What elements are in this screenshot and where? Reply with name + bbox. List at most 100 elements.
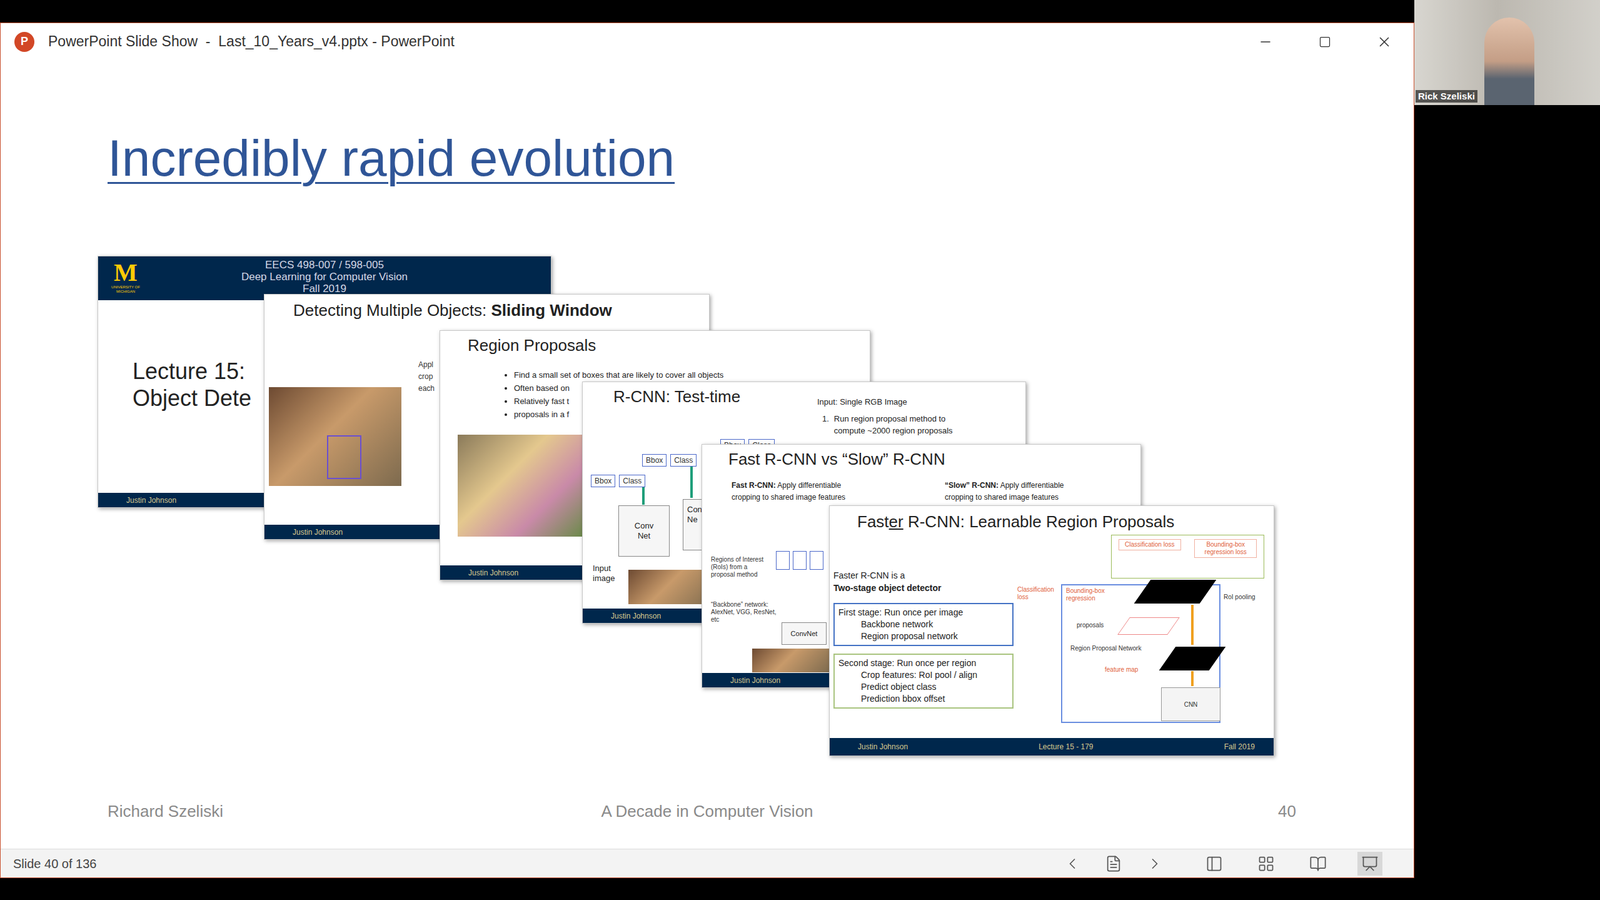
slide: MUNIVERSITY OF MICHIGANEECS 498-007 / 59…	[0, 60, 1414, 849]
card-title: Region Proposals	[440, 330, 870, 356]
stage-box: First stage: Run once per imageBackbone …	[833, 602, 1014, 646]
notes-button[interactable]	[1101, 851, 1127, 876]
maximize-button[interactable]	[1294, 23, 1355, 61]
output-box	[809, 550, 824, 570]
minimize-button[interactable]	[1235, 23, 1295, 61]
loss-container: Classification loss Bounding-box regressi…	[1111, 534, 1265, 579]
chevron-right-icon	[1146, 854, 1164, 873]
header-line: Deep Learning for Computer Vision	[241, 270, 408, 283]
slide-sorter-icon	[1257, 854, 1275, 873]
powerpoint-icon: P	[14, 31, 35, 52]
step: 1.Run region proposal method tocompute ~…	[817, 412, 953, 437]
arrow	[1191, 670, 1194, 686]
feature-layer	[1134, 579, 1217, 604]
participant-name: Rick Szeliski	[1415, 90, 1478, 103]
loss-label: Classification loss	[1118, 538, 1182, 551]
notes-icon	[1104, 854, 1123, 873]
card-title: R-CNN: Test-time	[582, 382, 1026, 407]
michigan-logo: MUNIVERSITY OF MICHIGAN	[108, 260, 144, 294]
method-text: “Slow” R-CNN: Apply differentiablecroppi…	[944, 479, 1065, 504]
minimize-icon	[1257, 34, 1273, 50]
output-box	[775, 550, 790, 570]
loss-label: Classification loss	[1017, 585, 1059, 601]
footer-text: Justin Johnson	[730, 674, 781, 686]
loss-label: Bounding-box regression loss	[1194, 538, 1257, 558]
screen: P PowerPoint Slide Show - Last_10_Years_v…	[0, 0, 1600, 900]
card-slide: Faster R-CNN: Learnable Region Proposals…	[829, 505, 1274, 738]
feature-layer	[1159, 646, 1227, 671]
side-text: crop	[418, 370, 435, 383]
proposals-layer	[1117, 617, 1180, 635]
next-button[interactable]	[1142, 851, 1168, 876]
slide-title: Incredibly rapid evolution	[107, 129, 675, 187]
slide-thumbnail: Faster R-CNN: Learnable Region Proposals…	[829, 505, 1275, 756]
header-line: Fall 2019	[302, 282, 347, 295]
view-button[interactable]	[1357, 851, 1383, 876]
title-bar: P PowerPoint Slide Show - Last_10_Years_v…	[0, 23, 1414, 61]
slide-indicator: Slide 40 of 136	[0, 854, 97, 873]
rpn-label: Region Proposal Network	[1070, 644, 1142, 653]
output-row: BboxClass	[590, 474, 646, 488]
view-button[interactable]	[1253, 851, 1279, 876]
rois-label: Regions of Interest (RoIs) from a propos…	[710, 555, 771, 579]
window-title: PowerPoint Slide Show - Last_10_Years_v4…	[48, 30, 455, 53]
output-box: Bbox	[642, 453, 667, 467]
photo	[268, 387, 402, 486]
side-text: each	[418, 382, 435, 395]
method-text: Fast R-CNN: Apply differentiablecropping…	[731, 479, 846, 504]
close-button[interactable]	[1354, 23, 1414, 61]
stage-box: Second stage: Run once per regionCrop fe…	[833, 653, 1014, 709]
person	[1484, 17, 1535, 106]
loss-label: Bounding-box regression	[1066, 587, 1120, 603]
chevron-left-icon	[1063, 854, 1082, 873]
footer-text: Justin Johnson	[292, 526, 343, 538]
slide-number: 40	[942, 799, 1414, 824]
output-box	[792, 550, 807, 570]
card-title: Faster R-CNN: Learnable Region Proposals	[829, 505, 1274, 532]
footer-author: Richard Szeliski	[0, 799, 472, 824]
previous-button[interactable]	[1059, 851, 1085, 876]
photo	[457, 434, 583, 537]
intro-text: Two-stage object detector	[833, 581, 1014, 594]
slide-show-icon	[1361, 854, 1379, 873]
powerpoint-window: P PowerPoint Slide Show - Last_10_Years_v…	[0, 22, 1415, 878]
output-box: Class	[618, 474, 646, 488]
status-bar: Slide 40 of 136	[0, 848, 1414, 878]
view-button[interactable]	[1305, 851, 1331, 876]
footer-text: Justin Johnson	[468, 567, 519, 579]
feature-map-label: feature map	[1104, 665, 1138, 674]
footer-title: A Decade in Computer Vision	[471, 799, 943, 824]
output-box: Class	[670, 453, 697, 467]
footer-text: Justin Johnson	[610, 610, 661, 622]
normal-view-icon	[1205, 854, 1223, 873]
slide-footer: Justin Johnson Lecture 15 - 179 Fall 2019	[829, 737, 1274, 756]
photo	[752, 648, 830, 673]
proposals-label: proposals	[1076, 621, 1104, 629]
maximize-icon	[1318, 35, 1332, 49]
footer-text: Justin Johnson	[857, 740, 908, 753]
intro-text: Faster R-CNN is a	[833, 568, 1014, 582]
convnet-box: ConvNet	[781, 622, 827, 645]
arrow	[642, 487, 645, 505]
output-row: BboxClass	[642, 453, 697, 467]
side-text: Appl	[418, 358, 435, 371]
close-icon	[1376, 33, 1393, 51]
card-title: Detecting Multiple Objects: Sliding Wind…	[264, 294, 710, 321]
card-title: Fast R-CNN vs “Slow” R-CNN	[702, 444, 1141, 469]
view-button[interactable]	[1201, 851, 1227, 876]
arrow	[1191, 604, 1194, 645]
participant-video: Rick Szeliski	[1414, 0, 1600, 106]
reading-view-icon	[1309, 854, 1327, 873]
sliding-window-box	[327, 435, 362, 479]
roi-pooling-label: RoI pooling	[1223, 593, 1256, 601]
output-box: Bbox	[590, 474, 616, 488]
convnet-box: Conv Net	[618, 505, 670, 557]
bullet: Find a small set of boxes that are likel…	[513, 368, 870, 382]
footer-text: Justin Johnson	[126, 494, 177, 506]
input-text: Input: Single RGB Image	[817, 395, 953, 408]
cnn-box: CNN	[1161, 687, 1221, 721]
arrow	[690, 466, 693, 498]
footer-text: Fall 2019	[1224, 740, 1255, 753]
backbone-label: “Backbone” network: AlexNet, VGG, ResNet…	[710, 600, 777, 624]
footer-text: Lecture 15 - 179	[1038, 740, 1093, 753]
